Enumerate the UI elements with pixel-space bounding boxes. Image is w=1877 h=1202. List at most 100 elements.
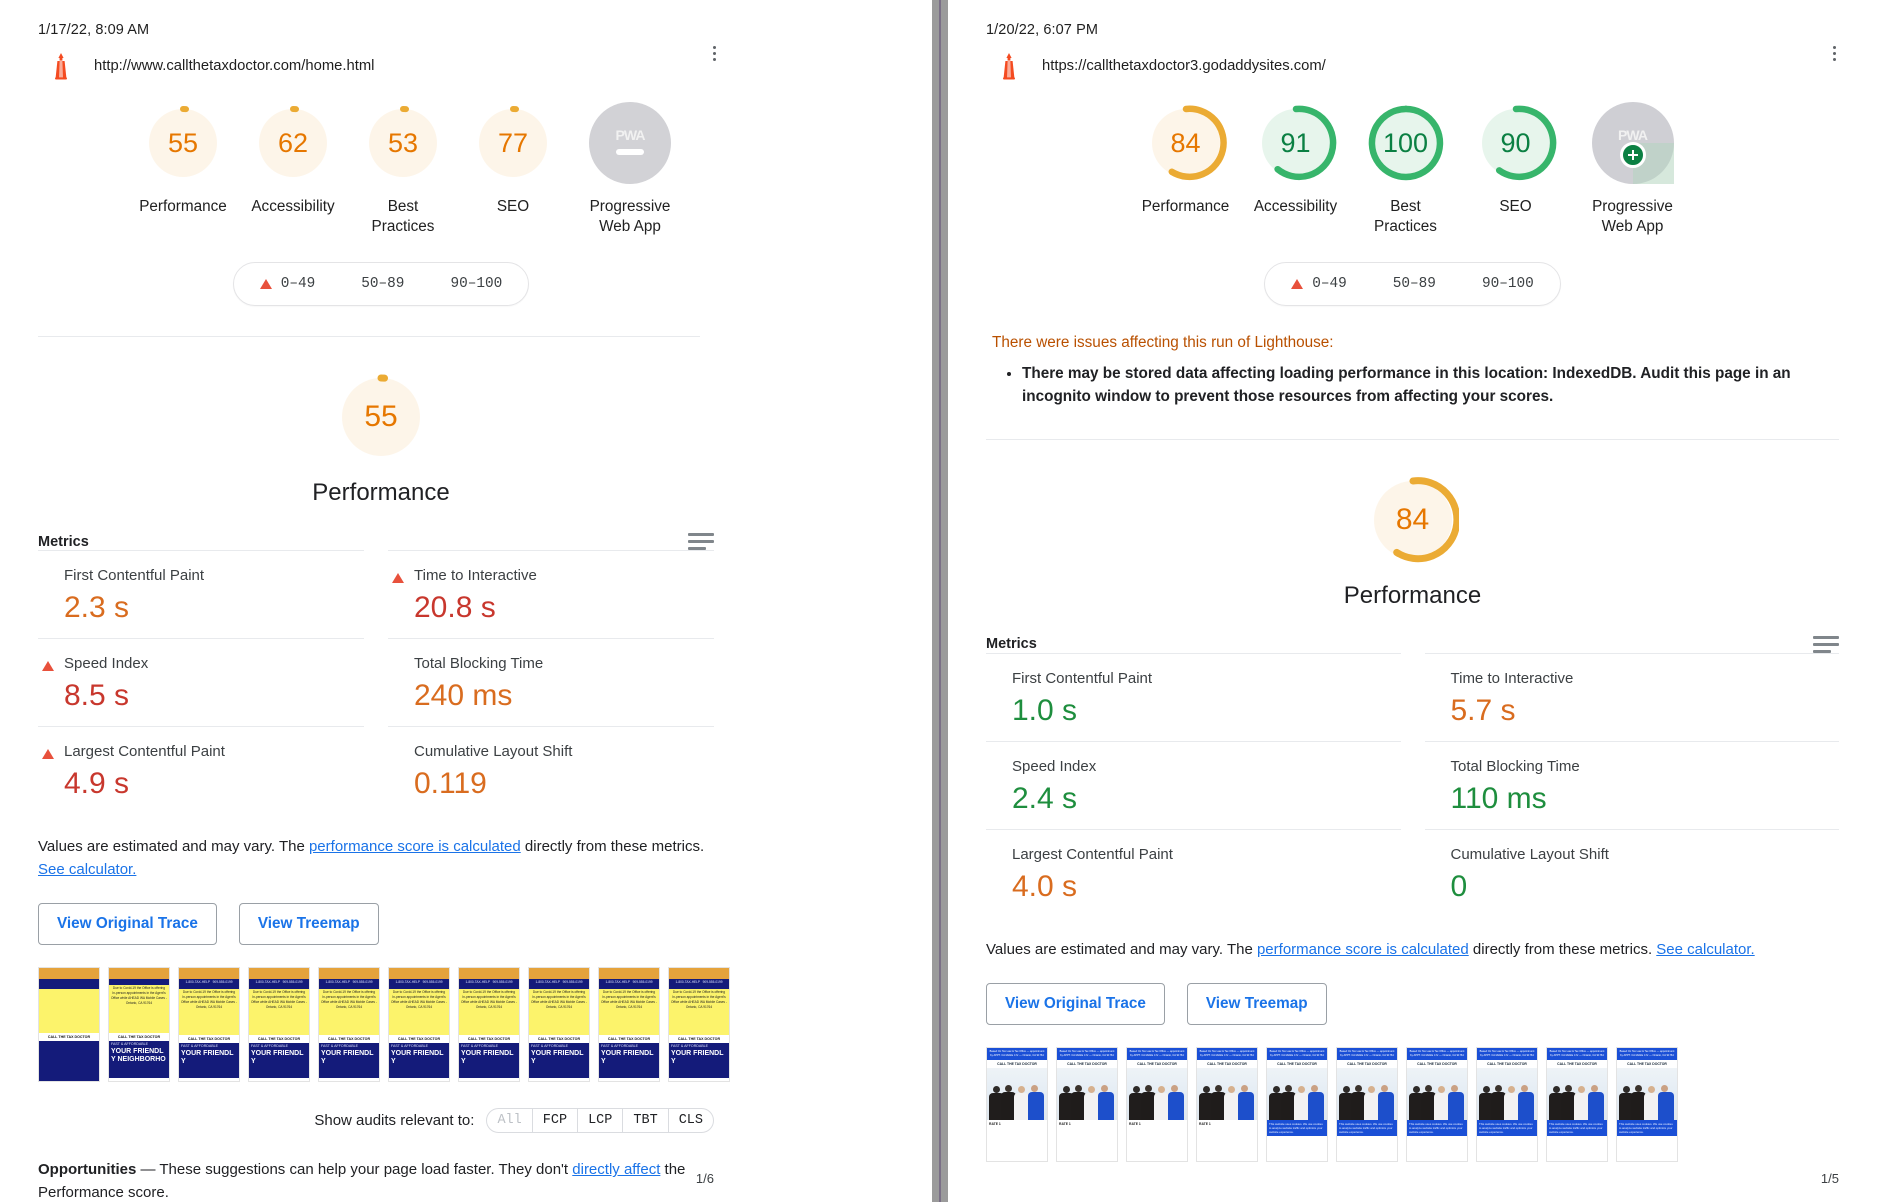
see-calculator-link[interactable]: See calculator. xyxy=(38,861,136,878)
metrics-toggle-icon[interactable] xyxy=(1813,635,1839,653)
gauge-label-best-practices-line2: Practices xyxy=(1374,217,1437,235)
metric-value: 2.4 s xyxy=(1012,781,1078,815)
metric-item[interactable]: Speed Index 8.5 s xyxy=(38,638,364,726)
gauge-accessibility[interactable]: 91 Accessibility xyxy=(1241,102,1351,217)
filmstrip-thumb[interactable]: 1-800-TAX-HELP 909-555-0199 Due to Covid… xyxy=(318,967,380,1083)
filmstrip-thumb[interactable]: Based On Tax Law & Tax Office — appointm… xyxy=(1406,1047,1468,1163)
filmstrip-thumb[interactable]: Based On Tax Law & Tax Office — appointm… xyxy=(1266,1047,1328,1163)
metric-name: Total Blocking Time xyxy=(1450,757,1580,775)
kebab-dot xyxy=(712,45,716,49)
gauge-seo[interactable]: 90 SEO xyxy=(1461,102,1571,217)
score-calculated-link[interactable]: performance score is calculated xyxy=(309,838,521,855)
directly-affect-link[interactable]: directly affect xyxy=(572,1161,660,1178)
kebab-menu-icon[interactable] xyxy=(1821,40,1847,66)
gauge-best-practices[interactable]: 53 Best Practices xyxy=(348,102,458,236)
filmstrip-thumb[interactable]: 1-800-TAX-HELP 909-555-0199 Due to Covid… xyxy=(668,967,730,1083)
gauge-performance[interactable]: 55 Performance xyxy=(128,102,238,217)
metric-name: Largest Contentful Paint xyxy=(1012,845,1173,863)
gauge-pwa[interactable]: PWA Progressive Web App xyxy=(568,102,692,236)
filmstrip-thumb[interactable]: 1-800-TAX-HELP 909-555-0199 Due to Covid… xyxy=(528,967,590,1083)
audit-filter-segmented[interactable]: All FCP LCP TBT CLS xyxy=(486,1108,714,1134)
big-gauge-dial: 84 xyxy=(1367,474,1459,566)
view-original-trace-button[interactable]: View Original Trace xyxy=(986,983,1165,1026)
report-pane-left: 1/17/22, 8:09 AM http://www.callthetaxdo… xyxy=(0,0,932,1202)
filmstrip-thumb[interactable]: Based On Tax Law & Tax Office — appointm… xyxy=(1616,1047,1678,1163)
metric-item[interactable]: Cumulative Layout Shift 0 xyxy=(1424,828,1839,917)
view-original-trace-button[interactable]: View Original Trace xyxy=(38,903,217,946)
opportunities-text-a: These suggestions can help your page loa… xyxy=(155,1161,573,1179)
audit-filter-all[interactable]: All xyxy=(487,1109,531,1132)
audit-filter-lcp[interactable]: LCP xyxy=(577,1109,622,1133)
kebab-dot xyxy=(712,51,716,55)
pwa-check-badge-icon xyxy=(1619,142,1646,168)
gauge-accessibility[interactable]: 62 Accessibility xyxy=(238,102,348,217)
gauge-label-best-practices: Best Practices xyxy=(372,197,435,236)
filmstrip-thumb[interactable]: 1-800-TAX-HELP 909-555-0199 Due to Covid… xyxy=(458,967,520,1083)
opportunities-title: Opportunities xyxy=(38,1161,137,1179)
metric-item[interactable]: Cumulative Layout Shift 0.119 xyxy=(388,726,714,814)
filmstrip-thumb[interactable]: Due to Covid-19 the Office is offering I… xyxy=(108,967,170,1083)
filmstrip-thumb[interactable]: CALL THE TAX DOCTOR xyxy=(38,967,100,1083)
filmstrip-thumb[interactable]: Based On Tax Law & Tax Office — appointm… xyxy=(986,1047,1048,1163)
metric-item[interactable]: Largest Contentful Paint 4.9 s xyxy=(38,726,364,814)
warning-triangle-icon xyxy=(392,573,404,584)
score-calculated-link[interactable]: performance score is calculated xyxy=(1257,941,1469,958)
filmstrip-thumb[interactable]: 1-800-TAX-HELP 909-555-0199 Due to Covid… xyxy=(598,967,660,1083)
gauge-performance[interactable]: 84 Performance xyxy=(1131,102,1241,217)
filmstrip-thumb[interactable]: Based On Tax Law & Tax Office — appointm… xyxy=(1196,1047,1258,1163)
report-url-row-left: http://www.callthetaxdoctor.com/home.htm… xyxy=(0,38,932,80)
big-gauge-score: 84 xyxy=(1395,502,1430,536)
note-prefix: Values are estimated and may vary. The xyxy=(986,940,1257,958)
metric-value: 110 ms xyxy=(1450,781,1547,815)
metrics-header-left: Metrics xyxy=(38,533,714,551)
lighthouse-icon xyxy=(50,52,72,80)
metric-item[interactable]: Total Blocking Time 240 ms xyxy=(388,638,714,726)
metrics-toggle-icon[interactable] xyxy=(688,533,714,551)
gauge-label-seo: SEO xyxy=(496,198,530,215)
gauge-label-performance: Performance xyxy=(139,198,227,215)
metric-item[interactable]: First Contentful Paint 1.0 s xyxy=(986,652,1401,741)
filmstrip-thumb[interactable]: Based On Tax Law & Tax Office — appointm… xyxy=(1546,1047,1608,1163)
audit-filter-label: Show audits relevant to: xyxy=(314,1112,475,1130)
kebab-dot xyxy=(712,57,716,61)
metric-item[interactable]: Total Blocking Time 110 ms xyxy=(1424,740,1839,829)
audit-filter-cls[interactable]: CLS xyxy=(667,1109,713,1133)
metrics-note-right: Values are estimated and may vary. The p… xyxy=(986,939,1839,962)
metric-item[interactable]: Speed Index 2.4 s xyxy=(986,740,1401,829)
metric-item[interactable]: Largest Contentful Paint 4.0 s xyxy=(986,828,1401,917)
gauge-score-accessibility: 91 xyxy=(1280,127,1311,158)
filmstrip-thumb[interactable]: Based On Tax Law & Tax Office — appointm… xyxy=(1476,1047,1538,1163)
category-gauges-left: 55 Performance 62 Accessibility 53 Best … xyxy=(0,102,932,236)
big-gauge-score: 55 xyxy=(364,400,398,434)
metric-item[interactable]: Time to Interactive 20.8 s xyxy=(388,550,714,638)
legend-fail: 0–49 xyxy=(259,276,315,292)
kebab-dot xyxy=(1832,57,1836,61)
gauge-pwa[interactable]: PWA Progressive Web App xyxy=(1571,102,1695,236)
gauge-seo[interactable]: 77 SEO xyxy=(458,102,568,217)
report-url-left[interactable]: http://www.callthetaxdoctor.com/home.htm… xyxy=(94,58,374,74)
legend-average-label: 50–89 xyxy=(361,276,405,293)
filmstrip-thumb[interactable]: Based On Tax Law & Tax Office — appointm… xyxy=(1336,1047,1398,1163)
view-treemap-button[interactable]: View Treemap xyxy=(1186,983,1327,1026)
see-calculator-link[interactable]: See calculator. xyxy=(1656,941,1754,958)
audit-filter-tbt[interactable]: TBT xyxy=(622,1109,667,1133)
legend-fail: 0–49 xyxy=(1291,276,1347,292)
filmstrip-thumb[interactable]: 1-800-TAX-HELP 909-555-0199 Due to Covid… xyxy=(178,967,240,1083)
gauge-best-practices[interactable]: 100 Best Practices xyxy=(1351,102,1461,236)
filmstrip-thumb[interactable]: 1-800-TAX-HELP 909-555-0199 Due to Covid… xyxy=(248,967,310,1083)
metric-item[interactable]: Time to Interactive 5.7 s xyxy=(1424,652,1839,741)
kebab-menu-icon[interactable] xyxy=(701,40,727,66)
audit-filter-fcp[interactable]: FCP xyxy=(531,1109,577,1133)
audit-filter-row: Show audits relevant to: All FCP LCP TBT… xyxy=(38,1108,714,1134)
gauge-label-pwa: Progressive Web App xyxy=(590,197,671,236)
report-url-right[interactable]: https://callthetaxdoctor3.godaddysites.c… xyxy=(1042,58,1326,74)
view-treemap-button[interactable]: View Treemap xyxy=(238,903,379,946)
opportunities-intro: Opportunities — These suggestions can he… xyxy=(38,1159,714,1202)
pwa-label-icon: PWA xyxy=(1618,127,1648,143)
gauge-dial-best-practices: 100 xyxy=(1365,102,1447,184)
metric-item[interactable]: First Contentful Paint 2.3 s xyxy=(38,550,364,638)
metric-name: Cumulative Layout Shift xyxy=(1450,845,1609,863)
filmstrip-thumb[interactable]: 1-800-TAX-HELP 909-555-0199 Due to Covid… xyxy=(388,967,450,1083)
filmstrip-thumb[interactable]: Based On Tax Law & Tax Office — appointm… xyxy=(1126,1047,1188,1163)
filmstrip-thumb[interactable]: Based On Tax Law & Tax Office — appointm… xyxy=(1056,1047,1118,1163)
